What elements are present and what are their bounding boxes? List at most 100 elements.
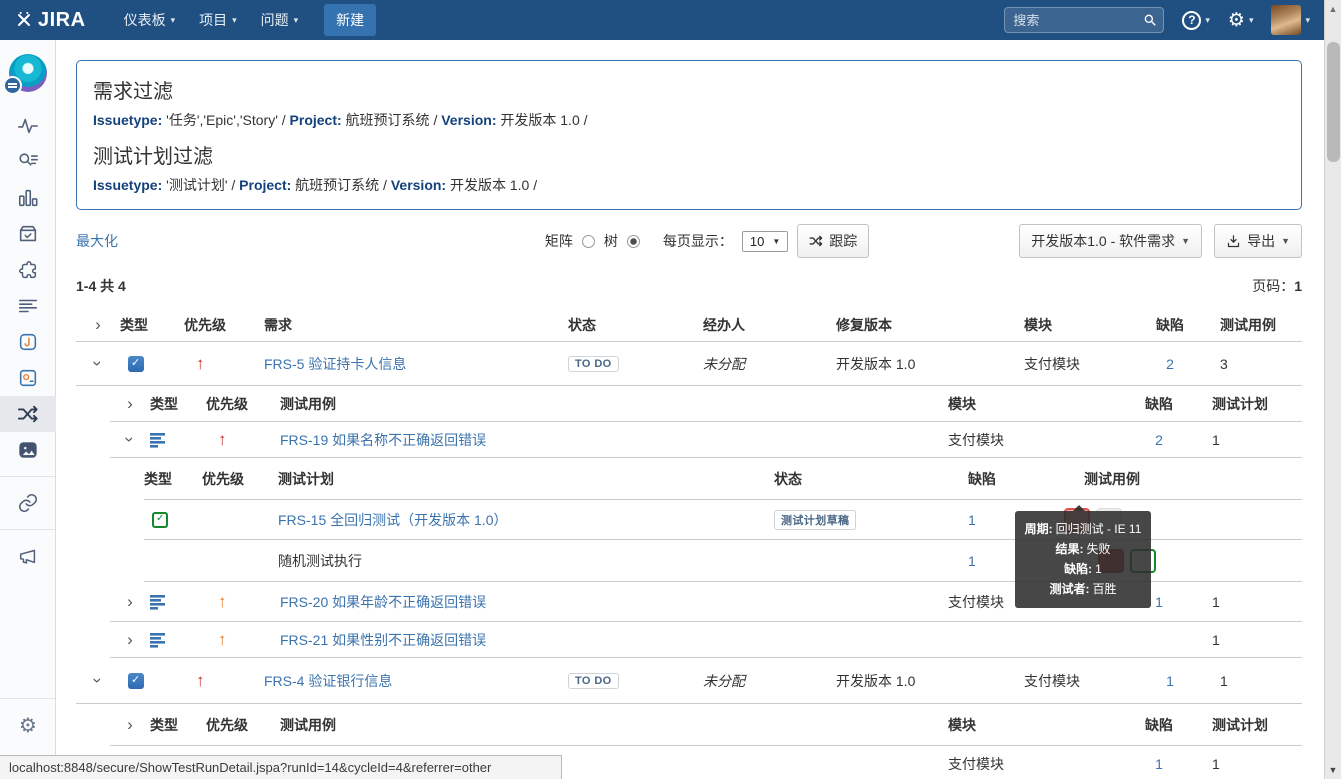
col-defects: 缺陷 bbox=[1145, 395, 1173, 412]
col-assignee: 经办人 bbox=[703, 316, 745, 333]
jira-logo[interactable]: JIRA bbox=[14, 9, 86, 32]
col-module: 模块 bbox=[948, 395, 976, 412]
sidebar-item-issue-search[interactable] bbox=[0, 144, 56, 180]
defect-count-link[interactable]: 2 bbox=[1155, 432, 1163, 448]
expand-row-icon[interactable]: › bbox=[127, 593, 133, 610]
col-defects: 缺陷 bbox=[968, 470, 996, 487]
issue-link[interactable]: FRS-20 如果年龄不正确返回错误 bbox=[280, 592, 486, 612]
trace-button[interactable]: 跟踪 bbox=[797, 224, 870, 258]
filter-label: Issuetype: bbox=[93, 112, 163, 128]
expand-all-icon[interactable]: › bbox=[95, 316, 101, 333]
menu-issues-label: 问题 bbox=[260, 12, 289, 28]
col-fix-version: 修复版本 bbox=[836, 316, 892, 333]
expand-row-icon[interactable]: › bbox=[127, 631, 133, 648]
status-url: localhost:8848/secure/ShowTestRunDetail.… bbox=[9, 760, 492, 775]
sidebar-item-reports[interactable] bbox=[0, 180, 56, 216]
per-page-select[interactable]: 10 ▼ bbox=[741, 230, 789, 252]
sidebar-item-announcements[interactable] bbox=[0, 538, 56, 574]
version-dropdown-button[interactable]: 开发版本1.0 - 软件需求 ▼ bbox=[1019, 224, 1203, 258]
tooltip-result-label: 结果: bbox=[1055, 542, 1084, 556]
create-button[interactable]: 新建 bbox=[324, 4, 377, 36]
jira-logo-icon bbox=[18, 11, 30, 26]
vertical-scrollbar[interactable]: ▲ ▼ bbox=[1324, 0, 1341, 779]
tooltip-result-value: 失败 bbox=[1086, 542, 1111, 556]
menu-dashboards[interactable]: 仪表板 ▾ bbox=[124, 10, 176, 30]
col-module: 模块 bbox=[948, 716, 976, 733]
export-button-label: 导出 bbox=[1247, 233, 1276, 249]
sidebar-item-media[interactable] bbox=[0, 432, 56, 468]
defect-count-link[interactable]: 2 bbox=[1166, 356, 1174, 372]
collapse-row-icon[interactable]: › bbox=[120, 437, 139, 443]
sidebar-item-releases[interactable] bbox=[0, 216, 56, 252]
menu-projects-label: 项目 bbox=[199, 12, 228, 28]
defect-count-link[interactable]: 1 bbox=[1166, 673, 1174, 689]
tooltip-tester-value: 百胜 bbox=[1092, 582, 1117, 596]
filter-value: '任务','Epic','Story' / bbox=[166, 112, 286, 128]
adhoc-run-name: 随机测试执行 bbox=[278, 552, 362, 569]
filter-panel: 需求过滤 Issuetype: '任务','Epic','Story' / Pr… bbox=[76, 60, 1302, 210]
tree-radio[interactable] bbox=[626, 234, 640, 248]
search-input[interactable] bbox=[1004, 7, 1165, 33]
matrix-radio[interactable] bbox=[581, 234, 595, 248]
admin-menu[interactable]: ⚙ ▾ bbox=[1228, 11, 1254, 30]
collapse-row-icon[interactable]: › bbox=[88, 361, 107, 367]
sidebar-item-summary[interactable] bbox=[0, 288, 56, 324]
issue-link[interactable]: FRS-4 验证银行信息 bbox=[264, 671, 392, 691]
expand-all-icon[interactable]: › bbox=[127, 395, 133, 412]
sidebar-item-activity[interactable] bbox=[0, 108, 56, 144]
sidebar-item-links[interactable] bbox=[0, 485, 56, 521]
maximize-link[interactable]: 最大化 bbox=[76, 231, 118, 251]
gear-icon: ⚙ bbox=[19, 714, 37, 737]
sidebar-item-journal[interactable] bbox=[0, 324, 56, 360]
tooltip-defects-value: 1 bbox=[1095, 562, 1102, 576]
filter-value: 开发版本 1.0 / bbox=[449, 177, 538, 193]
search-icon[interactable] bbox=[1143, 13, 1157, 27]
col-module: 模块 bbox=[1024, 316, 1052, 333]
pagination-bar: 1-4 共 4 页码：1 bbox=[76, 276, 1302, 296]
filter-value: 航班预订系统 / bbox=[345, 112, 438, 128]
issue-link[interactable]: FRS-15 全回归测试（开发版本 1.0） bbox=[278, 510, 507, 530]
module-value: 支付模块 bbox=[948, 755, 1004, 772]
help-menu[interactable]: ? ▾ bbox=[1182, 10, 1210, 30]
user-menu[interactable]: ▾ bbox=[1271, 5, 1310, 35]
sidebar-item-components[interactable] bbox=[0, 252, 56, 288]
menu-projects[interactable]: 项目 ▾ bbox=[199, 10, 237, 30]
browser-status-bar: localhost:8848/secure/ShowTestRunDetail.… bbox=[0, 755, 562, 779]
scroll-down-button[interactable]: ▼ bbox=[1325, 761, 1341, 779]
module-value: 支付模块 bbox=[948, 431, 1004, 448]
top-navbar: JIRA 仪表板 ▾ 项目 ▾ 问题 ▾ 新建 ? ▾ bbox=[0, 0, 1324, 40]
defect-count-link[interactable]: 1 bbox=[1155, 756, 1163, 772]
package-check-icon bbox=[19, 225, 37, 242]
col-test-case: 测试用例 bbox=[280, 716, 336, 733]
export-button[interactable]: 导出 ▼ bbox=[1214, 224, 1302, 258]
page-number[interactable]: 1 bbox=[1294, 278, 1302, 294]
issue-link[interactable]: FRS-5 验证持卡人信息 bbox=[264, 354, 406, 374]
menu-issues[interactable]: 问题 ▾ bbox=[261, 10, 299, 30]
defect-count-link[interactable]: 1 bbox=[1155, 594, 1163, 610]
collapse-row-icon[interactable]: › bbox=[88, 678, 107, 684]
scroll-up-button[interactable]: ▲ bbox=[1325, 0, 1341, 18]
col-type: 类型 bbox=[120, 316, 148, 333]
defect-count-link[interactable]: 1 bbox=[968, 512, 976, 528]
chevron-down-icon: ▾ bbox=[1305, 14, 1310, 25]
sidebar-item-settings[interactable]: ⚙ bbox=[0, 707, 56, 743]
test-plan-count: 1 bbox=[1212, 631, 1220, 648]
issue-link[interactable]: FRS-19 如果名称不正确返回错误 bbox=[280, 430, 486, 450]
testcases-header-row: › 类型 优先级 测试用例 模块 缺陷 测试计划 bbox=[110, 386, 1302, 422]
defect-count-link[interactable]: 1 bbox=[968, 553, 976, 569]
col-status: 状态 bbox=[774, 470, 802, 487]
user-avatar bbox=[1271, 5, 1302, 35]
col-priority: 优先级 bbox=[206, 716, 248, 733]
col-test-plans: 测试计划 bbox=[1212, 395, 1268, 412]
per-page-value: 10 bbox=[749, 233, 765, 249]
expand-all-icon[interactable]: › bbox=[127, 716, 133, 733]
sidebar-item-contacts[interactable] bbox=[0, 360, 56, 396]
project-avatar[interactable] bbox=[2, 54, 47, 95]
sidebar-item-traceability[interactable] bbox=[0, 396, 56, 432]
col-test-case: 测试用例 bbox=[280, 395, 336, 412]
issue-link[interactable]: FRS-21 如果性别不正确返回错误 bbox=[280, 630, 486, 650]
scrollbar-thumb[interactable] bbox=[1327, 42, 1340, 162]
col-type: 类型 bbox=[144, 470, 172, 487]
filter-value: 航班预订系统 / bbox=[295, 177, 387, 193]
module-value: 支付模块 bbox=[1024, 672, 1080, 689]
